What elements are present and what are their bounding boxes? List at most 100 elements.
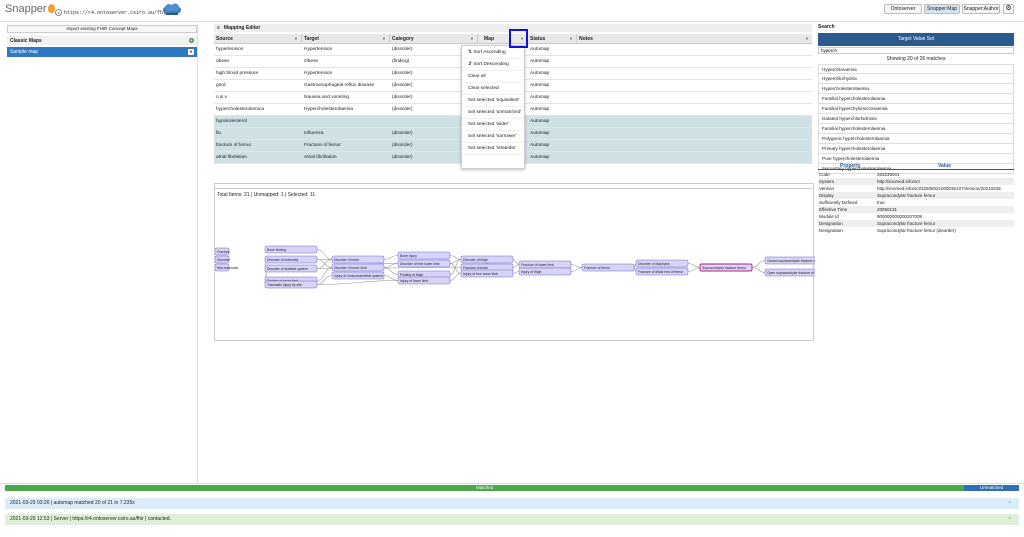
graph-edge <box>449 263 462 274</box>
menu-item[interactable]: Clear selected <box>462 83 524 95</box>
graph-node[interactable]: Disorder of diaphysis <box>635 259 689 268</box>
property-key: Version <box>819 186 835 191</box>
graph-node[interactable]: Supracondylar fracture femur <box>699 263 753 272</box>
graph-node[interactable]: Disorder of free lower limb <box>397 259 451 268</box>
graph-node[interactable]: Injury of musculoskeletal system <box>331 271 385 280</box>
col-target[interactable]: Target ▼ <box>302 34 390 44</box>
cell-target: Gastroesophageal reflux disease <box>304 83 375 88</box>
search-result[interactable]: Familial hypercholesterolaemia <box>818 124 1014 134</box>
chevron-down-icon: ▼ <box>805 36 809 41</box>
graph-node[interactable]: Disorder of skeletal system <box>264 264 318 273</box>
map-column-menu-button-highlight[interactable] <box>509 29 528 48</box>
graph-node[interactable]: Bone injury <box>397 251 451 260</box>
col-category[interactable]: Category ▼ <box>390 34 478 44</box>
log-entry: 2021-03-29 03:26 | automap matched 20 of… <box>5 498 1019 509</box>
menu-item[interactable]: Set selected 'narrower' <box>462 131 524 143</box>
close-icon[interactable]: × <box>1008 514 1011 525</box>
property-row: Designation Supracondylar fracture femur <box>818 220 1014 227</box>
graph-node[interactable]: Closed supracondylar fracture of femur <box>764 256 826 265</box>
search-label: Search <box>818 24 835 30</box>
menu-item-label: Clear selected <box>468 86 499 91</box>
graph-node[interactable]: Traumatic injury by site <box>264 280 318 289</box>
search-result[interactable]: Polygenic hypercholesterolaemia <box>818 134 1014 144</box>
snapper-author-button[interactable]: Snapper:Author <box>962 4 1000 14</box>
graph-node[interactable]: Disorder of lower limb <box>331 263 385 272</box>
graph-node[interactable]: Fracture of distal end of femur <box>635 267 689 276</box>
concept-graph[interactable]: Bone finding Disorder of extremity Disorde… <box>214 183 826 341</box>
classic-maps-label: Classic Maps <box>10 38 42 44</box>
graph-node[interactable]: Fracture of femur <box>581 263 635 272</box>
delete-map-icon[interactable]: ● <box>188 49 194 55</box>
add-map-icon[interactable]: + <box>189 38 194 43</box>
col-status[interactable]: Status ▼ <box>528 34 577 44</box>
graph-node[interactable]: Injury of free lower limb <box>460 269 514 278</box>
graph-node[interactable]: Non-traumatic <box>214 263 239 272</box>
search-result[interactable]: Familial hyperchylomicronaemia <box>818 104 1014 114</box>
gear-icon[interactable]: ⚙ <box>1003 4 1014 14</box>
graph-node[interactable]: Bone finding <box>264 245 318 254</box>
menu-item[interactable]: Clear all <box>462 71 524 83</box>
search-result[interactable]: Hyperchloraemia <box>818 64 1014 74</box>
close-icon[interactable]: × <box>1008 498 1011 509</box>
menu-item[interactable]: Set selected 'wider' <box>462 119 524 131</box>
menu-item[interactable]: Set selected 'unmatched' <box>462 107 524 119</box>
matched-bar: Matched <box>5 485 965 491</box>
menu-item[interactable]: ⇅ Sort Ascending <box>462 47 524 59</box>
search-result[interactable]: Isolated hyperchlorhidrosis <box>818 114 1014 124</box>
graph-node[interactable]: Open supracondylar fracture of femur <box>764 268 824 277</box>
copy-icon[interactable]: c <box>55 9 62 16</box>
graph-edge <box>383 275 399 281</box>
menu-item-label: Clear all <box>468 74 486 79</box>
graph-node-label: Injury of lower limb <box>400 279 428 283</box>
properties-header: Property Value <box>818 163 1014 170</box>
cell-source: n & v <box>216 95 227 100</box>
cell-status: Automap <box>530 119 550 124</box>
menu-icon[interactable]: ≡ <box>217 25 220 31</box>
cell-target: Hypercholesterolaemia <box>304 107 354 112</box>
unmatched-bar: Unmatched <box>964 485 1019 491</box>
menu-item-label: Sort Ascending <box>473 50 506 55</box>
graph-node-label: Fracture of lower limb <box>521 263 554 267</box>
graph-node[interactable]: Disorder <box>214 255 231 264</box>
search-result[interactable]: Hypercholesterolaemia <box>818 84 1014 94</box>
left-panel: Import existing FHIR Concept Maps Classi… <box>5 23 198 483</box>
snapper-map-button[interactable]: Snapper:Map <box>924 4 960 14</box>
cell-target: Influenza <box>304 131 324 136</box>
graph-node[interactable]: Disorder of thigh <box>460 255 514 264</box>
cell-status: Automap <box>530 155 550 160</box>
graph-node[interactable]: Disorder of bone <box>331 255 385 264</box>
graph-node-label: Finding of thigh <box>400 273 423 277</box>
property-row: Effective Time 20050131 <box>818 206 1014 213</box>
col-notes[interactable]: Notes ▼ <box>577 34 812 44</box>
search-input[interactable] <box>818 47 1014 54</box>
graph-node-label: Disorder of skeletal system <box>267 267 308 271</box>
search-result[interactable]: Familial hypercholesterolaemia <box>818 94 1014 104</box>
cell-status: Automap <box>530 59 550 64</box>
menu-item[interactable]: Set selected 'equivalent' <box>462 95 524 107</box>
ontoserver-button[interactable]: Ontoserver <box>884 4 922 14</box>
cell-target: Atrial fibrillation <box>304 155 337 160</box>
chevron-down-icon: ▼ <box>382 36 386 41</box>
graph-node-label: Non-traumatic <box>217 266 239 270</box>
graph-node-label: Supracondylar fracture femur <box>702 266 747 270</box>
graph-node[interactable]: Fracture <box>214 247 230 256</box>
graph-node[interactable]: Fracture of lower limb <box>518 260 572 269</box>
graph-node-label: Disorder of extremity <box>267 258 299 262</box>
graph-node[interactable]: Disorder of extremity <box>264 255 318 264</box>
col-source[interactable]: Source ▼ <box>214 34 302 44</box>
sample-map-item[interactable]: Sample map ● <box>7 47 197 57</box>
menu-item[interactable]: ⇵ Sort Descending <box>462 59 524 71</box>
graph-edge <box>383 263 399 268</box>
graph-edge <box>383 267 399 275</box>
graph-node[interactable]: Injury of thigh <box>518 267 572 276</box>
graph-node[interactable]: Injury of lower limb <box>397 276 451 285</box>
search-result[interactable]: Primary hypercholesterolaemia <box>818 144 1014 154</box>
map-column-menu: ⇅ Sort Ascending ⇵ Sort Descending Clear a… <box>461 45 525 169</box>
target-value-set-button[interactable]: Target Value Set <box>818 33 1014 46</box>
import-concept-maps-button[interactable]: Import existing FHIR Concept Maps <box>7 25 197 33</box>
menu-item[interactable]: Set selected 'relatedto' <box>462 143 524 155</box>
app-logo: Snapper <box>5 3 55 15</box>
sample-map-label: Sample map <box>10 49 39 55</box>
cell-source: hypercholesterolemica <box>216 107 264 112</box>
search-result[interactable]: Hyperchlorhydria <box>818 74 1014 84</box>
